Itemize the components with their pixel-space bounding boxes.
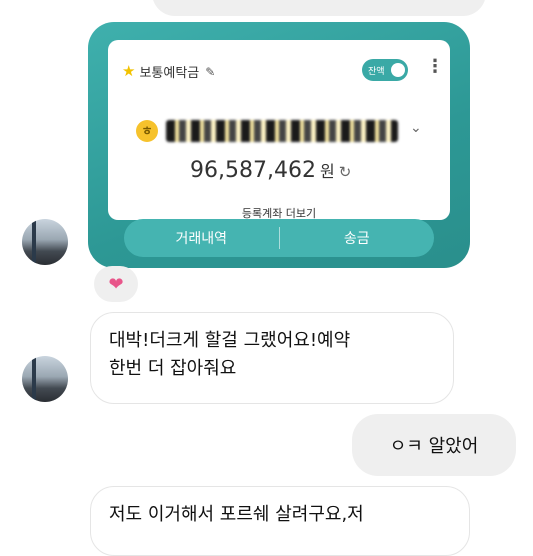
avatar-image — [22, 356, 68, 402]
balance-row: 96,587,462 원 ↻ — [190, 158, 351, 183]
account-type-label: 보통예탁금 — [139, 66, 200, 81]
currency-unit: 원 — [319, 162, 335, 181]
message-text: ㅇㅋ 알았어 — [389, 436, 479, 457]
message-line: 대박!더크게 할걸 그랬어요!예약 — [109, 330, 351, 351]
refresh-icon: ↻ — [338, 163, 352, 181]
account-panel: ★ 보통예탁금 ✎ 잔액 ⋮ ㅎ ⌄ 96,587,462 원 ↻ 등록계좌 더… — [108, 40, 450, 222]
balance-amount: 96,587,462 — [190, 158, 316, 183]
transfer-button: 송금 — [343, 231, 370, 247]
outgoing-message-bubble[interactable]: ㅇㅋ 알았어 — [352, 414, 516, 476]
heart-icon: ❤ — [108, 273, 124, 295]
balance-toggle-label: 잔액 — [368, 66, 385, 77]
transaction-history-button: 거래내역 — [175, 231, 228, 247]
message-line: 저도 이거해서 포르쉐 살려구요,저 — [109, 504, 364, 525]
bank-logo-icon: ㅎ — [136, 120, 158, 142]
avatar[interactable] — [22, 356, 68, 402]
card-action-bar: 거래내역 송금 — [124, 219, 434, 257]
toggle-knob — [391, 63, 405, 77]
pencil-icon: ✎ — [205, 64, 216, 79]
account-header: ★ 보통예탁금 ✎ — [122, 62, 216, 82]
chevron-down-icon: ⌄ — [410, 120, 422, 136]
reaction-badge[interactable]: ❤ — [94, 266, 138, 302]
blurred-account-number — [166, 120, 398, 142]
message-line: 한번 더 잡아줘요 — [109, 358, 237, 379]
avatar-image — [22, 219, 68, 265]
balance-toggle: 잔액 — [362, 59, 408, 81]
star-icon: ★ — [122, 62, 136, 80]
previous-message-bubble — [152, 0, 486, 16]
incoming-message-bubble[interactable]: 저도 이거해서 포르쉐 살려구요,저 — [90, 486, 470, 556]
shared-bank-screenshot[interactable]: ★ 보통예탁금 ✎ 잔액 ⋮ ㅎ ⌄ 96,587,462 원 ↻ 등록계좌 더… — [88, 22, 470, 268]
incoming-message-bubble[interactable]: 대박!더크게 할걸 그랬어요!예약 한번 더 잡아줘요 — [90, 312, 454, 404]
avatar[interactable] — [22, 219, 68, 265]
more-vertical-icon: ⋮ — [426, 56, 444, 77]
